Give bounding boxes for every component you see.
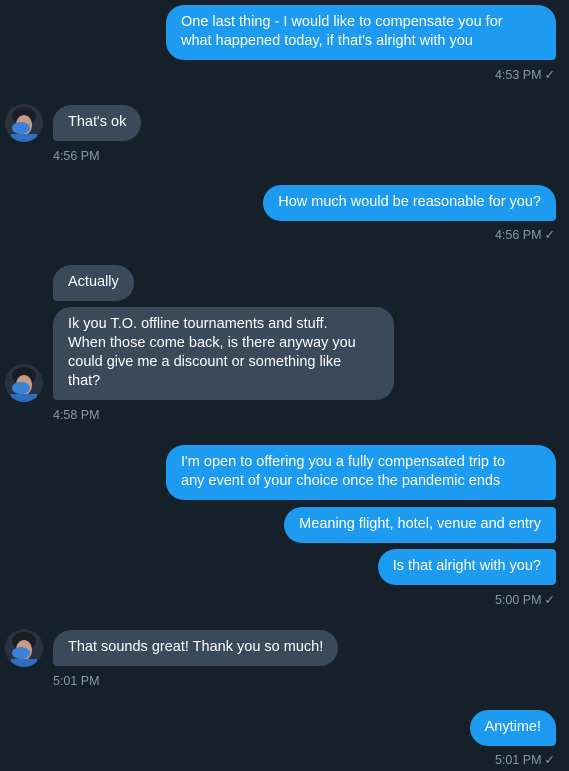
message-text: Meaning flight, hotel, venue and entry bbox=[299, 516, 541, 532]
message-line: One last thing - I would like to compens… bbox=[181, 14, 503, 30]
message-timestamp: 5:01 PM bbox=[53, 674, 100, 688]
message-bubble-incoming[interactable]: That sounds great! Thank you so much! bbox=[53, 630, 339, 666]
message-bubble-outgoing[interactable]: Anytime! bbox=[469, 710, 556, 746]
message-bubble-outgoing[interactable]: One last thing - I would like to compens… bbox=[166, 5, 556, 60]
message-bubble-incoming[interactable]: That's ok bbox=[53, 105, 142, 141]
message-timestamp: 4:56 PM bbox=[53, 149, 100, 163]
avatar-image bbox=[5, 104, 43, 142]
timestamp-text: 5:00 PM bbox=[494, 593, 542, 607]
message-timestamp: 4:53 PM ✓ bbox=[495, 68, 555, 83]
message-bubble-outgoing[interactable]: Is that alright with you? bbox=[377, 549, 556, 585]
timestamp-text: 4:53 PM bbox=[494, 68, 542, 82]
avatar[interactable] bbox=[5, 104, 43, 142]
message-text: Is that alright with you? bbox=[392, 558, 541, 574]
message-line: could give me a discount or something li… bbox=[68, 354, 342, 370]
message-text: That sounds great! Thank you so much! bbox=[68, 639, 324, 655]
message-bubble-incoming[interactable]: Ik you T.O. offline tournaments and stuf… bbox=[53, 307, 394, 400]
message-text: That's ok bbox=[68, 114, 127, 130]
message-timestamp: 4:56 PM ✓ bbox=[495, 228, 555, 243]
sent-check-icon: ✓ bbox=[544, 593, 555, 607]
sent-check-icon: ✓ bbox=[544, 753, 555, 767]
message-text: Actually bbox=[68, 274, 119, 290]
message-bubble-outgoing[interactable]: Meaning flight, hotel, venue and entry bbox=[284, 507, 556, 543]
avatar-image bbox=[5, 629, 43, 667]
message-line: When those come back, is there anyway yo… bbox=[68, 335, 356, 351]
message-line: Ik you T.O. offline tournaments and stuf… bbox=[68, 316, 328, 332]
message-line: any event of your choice once the pandem… bbox=[181, 473, 501, 489]
message-timestamp: 5:00 PM ✓ bbox=[495, 593, 555, 608]
message-line: what happened today, if that's alright w… bbox=[181, 33, 473, 49]
message-line: I'm open to offering you a fully compens… bbox=[181, 454, 506, 470]
message-bubble-incoming[interactable]: Actually bbox=[53, 265, 134, 301]
avatar[interactable] bbox=[5, 629, 43, 667]
avatar-image bbox=[5, 364, 43, 402]
message-timestamp: 4:58 PM bbox=[53, 408, 100, 422]
message-line: that? bbox=[68, 373, 101, 389]
timestamp-text: 5:01 PM bbox=[494, 753, 542, 767]
message-timestamp: 5:01 PM ✓ bbox=[495, 753, 555, 768]
sent-check-icon: ✓ bbox=[544, 228, 555, 242]
avatar[interactable] bbox=[5, 364, 43, 402]
message-text: How much would be reasonable for you? bbox=[278, 194, 541, 210]
timestamp-text: 4:56 PM bbox=[494, 228, 542, 242]
message-text: Anytime! bbox=[484, 719, 541, 735]
message-bubble-outgoing[interactable]: I'm open to offering you a fully compens… bbox=[166, 445, 556, 500]
sent-check-icon: ✓ bbox=[544, 68, 555, 82]
message-bubble-outgoing[interactable]: How much would be reasonable for you? bbox=[263, 185, 556, 221]
